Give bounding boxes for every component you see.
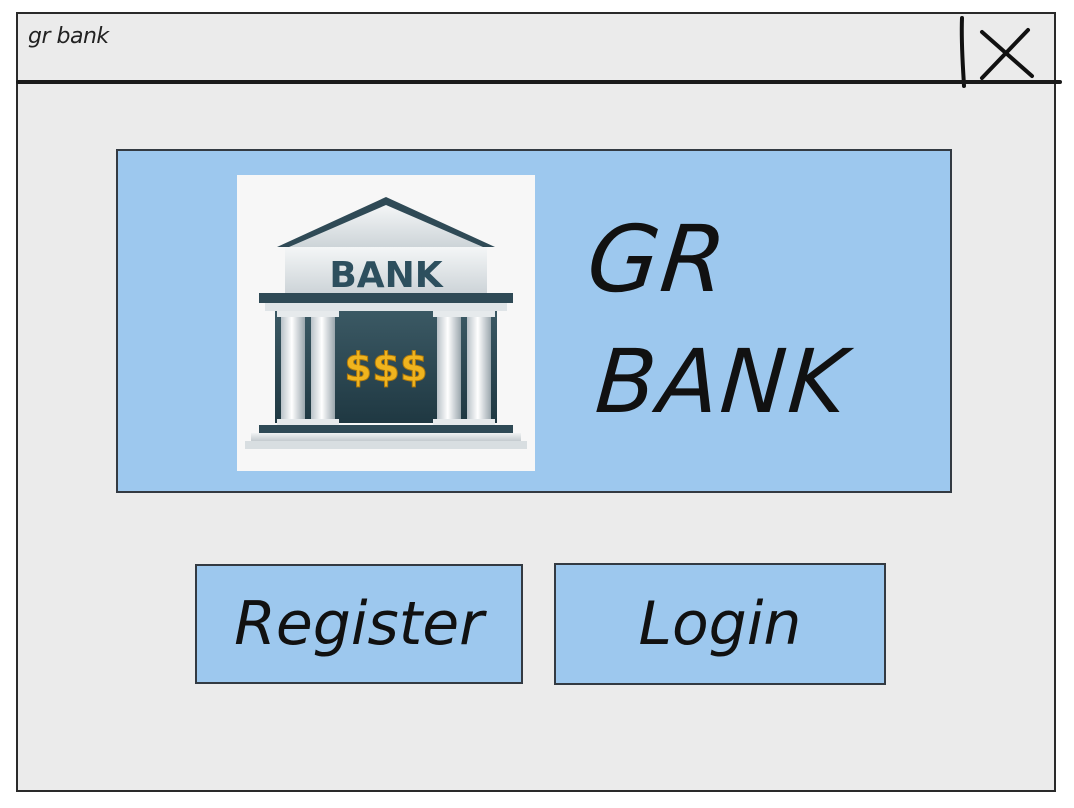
window-title: gr bank [28,24,109,49]
register-button[interactable]: Register [195,564,523,684]
brand-name-line-2: BANK [592,330,852,433]
brand-name-line-1: GR [582,206,733,313]
money-sign-text: $$$ [344,345,428,391]
bank-logo-image: BANK $$$ [237,175,535,471]
bank-sign-text: BANK [329,255,443,296]
login-button[interactable]: Login [554,563,886,685]
close-icon [959,16,1034,88]
close-button[interactable] [952,14,1042,90]
titlebar-divider [16,80,1062,84]
bank-building-icon: BANK $$$ [245,197,527,449]
